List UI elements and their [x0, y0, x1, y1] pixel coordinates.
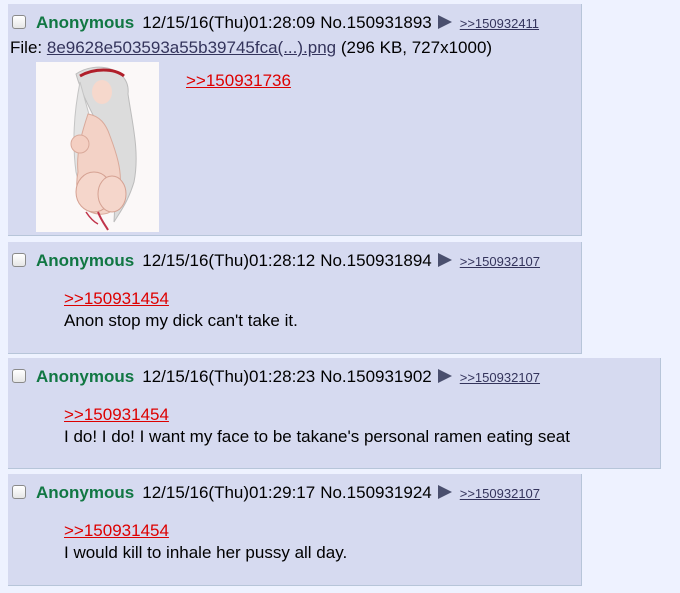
- poster-name: Anonymous: [36, 13, 135, 32]
- post-number[interactable]: No.150931902: [320, 367, 432, 386]
- poster-name: Anonymous: [36, 251, 135, 270]
- post-datetime: 12/15/16(Thu)01:28:23: [142, 367, 316, 386]
- post-message: >>150931454 I would kill to inhale her p…: [64, 520, 347, 564]
- backlink[interactable]: >>150932107: [460, 370, 540, 385]
- triangle-right-icon[interactable]: [437, 252, 452, 267]
- checkbox-icon[interactable]: [12, 252, 26, 267]
- checkbox-icon[interactable]: [12, 368, 26, 383]
- post-text: Anon stop my dick can't take it.: [64, 311, 298, 330]
- poster-name: Anonymous: [36, 483, 135, 502]
- post: Anonymous 12/15/16(Thu)01:28:12 No.1509318…: [8, 242, 582, 354]
- post-info: Anonymous 12/15/16(Thu)01:28:23 No.1509319…: [12, 366, 540, 388]
- post-message: >>150931454 I do! I do! I want my face t…: [64, 404, 570, 448]
- triangle-right-icon[interactable]: [437, 368, 452, 383]
- post-datetime: 12/15/16(Thu)01:29:17: [142, 483, 316, 502]
- poster-name: Anonymous: [36, 367, 135, 386]
- post: Anonymous 12/15/16(Thu)01:28:09 No.1509318…: [8, 4, 582, 236]
- post: Anonymous 12/15/16(Thu)01:29:17 No.1509319…: [8, 474, 582, 586]
- file-link[interactable]: 8e9628e503593a55b39745fca(...).png: [47, 38, 336, 57]
- post-datetime: 12/15/16(Thu)01:28:12: [142, 251, 316, 270]
- post-number[interactable]: No.150931924: [320, 483, 432, 502]
- file-info: File: 8e9628e503593a55b39745fca(...).png…: [10, 38, 492, 58]
- triangle-right-icon[interactable]: [437, 484, 452, 499]
- post-info: Anonymous 12/15/16(Thu)01:28:09 No.1509318…: [12, 12, 539, 34]
- file-prefix: File:: [10, 38, 43, 57]
- post-datetime: 12/15/16(Thu)01:28:09: [142, 13, 316, 32]
- post-number[interactable]: No.150931894: [320, 251, 432, 270]
- thread: Anonymous 12/15/16(Thu)01:28:09 No.1509318…: [0, 0, 680, 593]
- backlink[interactable]: >>150932107: [460, 486, 540, 501]
- post-text: I would kill to inhale her pussy all day…: [64, 543, 348, 562]
- post-message: >>150931454 Anon stop my dick can't take…: [64, 288, 298, 332]
- file-meta: (296 KB, 727x1000): [340, 38, 493, 57]
- checkbox-icon[interactable]: [12, 484, 26, 499]
- backlink[interactable]: >>150932411: [460, 16, 539, 31]
- checkbox-icon[interactable]: [12, 14, 26, 29]
- post-number[interactable]: No.150931893: [320, 13, 432, 32]
- backlink[interactable]: >>150932107: [460, 254, 540, 269]
- post: Anonymous 12/15/16(Thu)01:28:23 No.1509319…: [8, 358, 661, 469]
- triangle-right-icon[interactable]: [437, 14, 452, 29]
- thumbnail-art: [36, 62, 159, 232]
- post-text: I do! I do! I want my face to be takane'…: [64, 427, 570, 446]
- quote-link[interactable]: >>150931454: [64, 521, 169, 540]
- quote-link[interactable]: >>150931454: [64, 289, 169, 308]
- post-info: Anonymous 12/15/16(Thu)01:29:17 No.1509319…: [12, 482, 540, 504]
- image-thumbnail[interactable]: [36, 62, 159, 232]
- post-info: Anonymous 12/15/16(Thu)01:28:12 No.1509318…: [12, 250, 540, 272]
- quote-link[interactable]: >>150931736: [186, 71, 291, 90]
- quote-link[interactable]: >>150931454: [64, 405, 169, 424]
- post-message: >>150931736: [186, 70, 291, 92]
